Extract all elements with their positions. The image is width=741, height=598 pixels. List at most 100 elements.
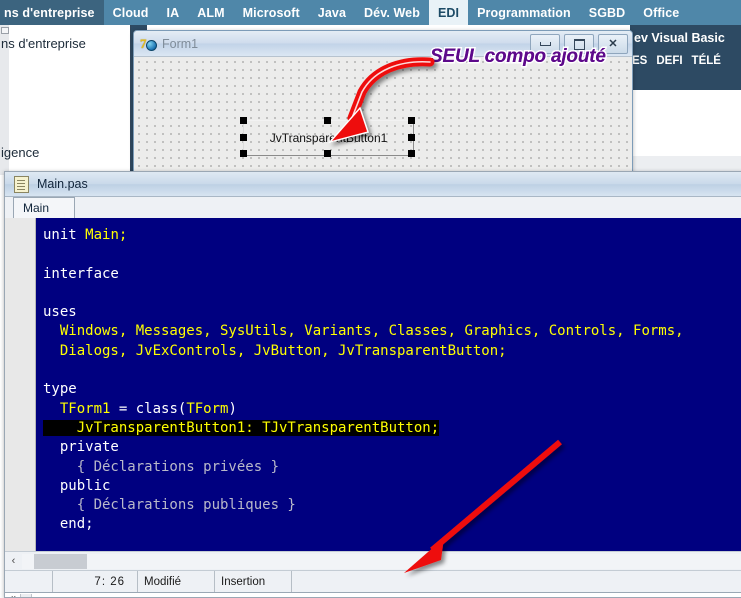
- editor-horizontal-scrollbar[interactable]: ‹: [5, 551, 741, 570]
- resize-handle-w[interactable]: [240, 134, 247, 141]
- code-token: { Déclarations privées }: [43, 458, 280, 475]
- code-line: interface: [43, 265, 741, 284]
- resize-handle-sw[interactable]: [240, 150, 247, 157]
- editor-status-bar: 7: 26 Modifié Insertion: [5, 570, 741, 593]
- right-nav-label: ev Visual Basic: [634, 30, 725, 45]
- code-token: class: [135, 400, 178, 417]
- nav-label: IA: [166, 5, 180, 20]
- nav-label: EDI: [437, 5, 460, 20]
- right-white-area: [630, 90, 741, 157]
- code-line: end;: [43, 515, 741, 534]
- right-nav-bar-secondary[interactable]: ES DEFI TÉLÉ: [630, 50, 741, 72]
- right-nav-item-tele[interactable]: TÉLÉ: [692, 55, 721, 67]
- code-line: TForm1 = class(TForm): [43, 400, 741, 419]
- right-nav-bar-primary[interactable]: ev Visual Basic: [630, 25, 741, 50]
- code-token: private: [43, 439, 119, 456]
- form-title-label: Form1: [162, 36, 199, 51]
- nav-item-dev-web[interactable]: Dév. Web: [355, 0, 429, 25]
- source-code-text[interactable]: unit Main; interface uses Windows, Messa…: [36, 218, 741, 551]
- code-line: Dialogs, JvExControls, JvButton, JvTrans…: [43, 342, 741, 361]
- editor-tab-bar: Main: [5, 197, 741, 220]
- code-token: TForm: [186, 400, 229, 417]
- code-token: TForm1: [59, 400, 111, 417]
- message-scrollbar[interactable]: [20, 594, 32, 597]
- editor-gutter[interactable]: [5, 218, 36, 551]
- scrollbar-track[interactable]: [22, 553, 741, 569]
- message-panel: × ▶ [Erreur fatale] Main.pas(7): L'unité…: [5, 592, 741, 598]
- nav-item-office[interactable]: Office: [634, 0, 688, 25]
- code-token: end;: [43, 516, 94, 533]
- nav-label: Office: [643, 5, 680, 20]
- nav-item-alm[interactable]: ALM: [188, 0, 233, 25]
- nav-item-ia[interactable]: IA: [158, 0, 189, 25]
- left-content-panel: ns d'entreprise igence: [1, 25, 131, 172]
- code-line: uses: [43, 303, 741, 322]
- scrollbar-thumb[interactable]: [1, 27, 9, 34]
- globe-icon: [146, 39, 157, 51]
- resize-handle-e[interactable]: [408, 134, 415, 141]
- code-line: private: [43, 438, 741, 457]
- scrollbar-thumb[interactable]: [34, 553, 87, 569]
- nav-item-java[interactable]: Java: [309, 0, 355, 25]
- close-icon[interactable]: ×: [8, 594, 19, 598]
- code-token: unit: [43, 227, 86, 243]
- selected-component-jvtransparentbutton1[interactable]: JvTransparentButton1: [240, 117, 415, 157]
- nav-label: ALM: [197, 5, 225, 20]
- code-line: public: [43, 477, 741, 496]
- resize-handle-s[interactable]: [324, 150, 331, 157]
- resize-handle-nw[interactable]: [240, 117, 247, 124]
- code-token: { Déclarations publiques }: [43, 497, 296, 514]
- left-panel-line-2: igence: [1, 145, 40, 160]
- status-insert-mode: Insertion: [215, 571, 292, 593]
- status-modified: Modifié: [138, 571, 215, 593]
- code-token: Dialogs, JvExControls, JvButton, JvTrans…: [59, 342, 507, 359]
- code-token: ): [228, 400, 237, 417]
- tab-label: Main: [23, 201, 50, 215]
- status-cursor-position: 7: 26: [53, 571, 138, 593]
- nav-item-cloud[interactable]: Cloud: [104, 0, 158, 25]
- code-token: JvTransparentButton1: TJvTransparentButt…: [43, 419, 440, 436]
- resize-handle-n[interactable]: [324, 117, 331, 124]
- code-line: { Déclarations privées }: [43, 458, 741, 477]
- code-token: uses: [43, 304, 77, 321]
- scroll-left-icon[interactable]: ‹: [5, 553, 22, 570]
- nav-item-microsoft[interactable]: Microsoft: [234, 0, 309, 25]
- document-icon: [14, 175, 29, 193]
- nav-item-programmation[interactable]: Programmation: [468, 0, 580, 25]
- nav-item-enterprise[interactable]: ns d'entreprise: [0, 0, 104, 25]
- code-token: Main;: [85, 227, 128, 243]
- right-nav-item-defi[interactable]: DEFI: [656, 55, 682, 67]
- resize-handle-se[interactable]: [408, 150, 415, 157]
- nav-item-sgbd[interactable]: SGBD: [580, 0, 635, 25]
- nav-label: Java: [317, 5, 347, 20]
- status-cell-rest: [292, 571, 741, 593]
- nav-label: Dév. Web: [364, 5, 420, 20]
- code-line: JvTransparentButton1: TJvTransparentButt…: [43, 419, 741, 438]
- nav-label: ns d'entreprise: [4, 5, 95, 20]
- nav-label: Cloud: [112, 5, 149, 20]
- code-token: type: [43, 381, 77, 398]
- tab-main[interactable]: Main: [13, 197, 75, 219]
- code-area: unit Main; interface uses Windows, Messa…: [5, 218, 741, 551]
- code-line: type: [43, 380, 741, 399]
- resize-handle-ne[interactable]: [408, 117, 415, 124]
- annotation-text: SEUL compo ajouté: [430, 46, 606, 67]
- editor-titlebar[interactable]: Main.pas: [5, 172, 741, 197]
- nav-item-edi[interactable]: EDI: [428, 0, 469, 25]
- status-cell-blank: [5, 571, 53, 593]
- editor-title-label: Main.pas: [37, 177, 88, 191]
- close-icon: ✕: [608, 37, 618, 50]
- code-editor-window: Main.pas Main unit Main; interface uses …: [4, 171, 741, 598]
- top-navigation-bar: ns d'entreprise Cloud IA ALM Microsoft J…: [0, 0, 741, 25]
- code-token: interface: [43, 265, 119, 282]
- component-caption: JvTransparentButton1: [269, 131, 388, 145]
- nav-label: Microsoft: [242, 5, 300, 20]
- nav-label: SGBD: [588, 5, 626, 20]
- code-token: =: [110, 400, 136, 417]
- code-line: Windows, Messages, SysUtils, Variants, C…: [43, 322, 741, 341]
